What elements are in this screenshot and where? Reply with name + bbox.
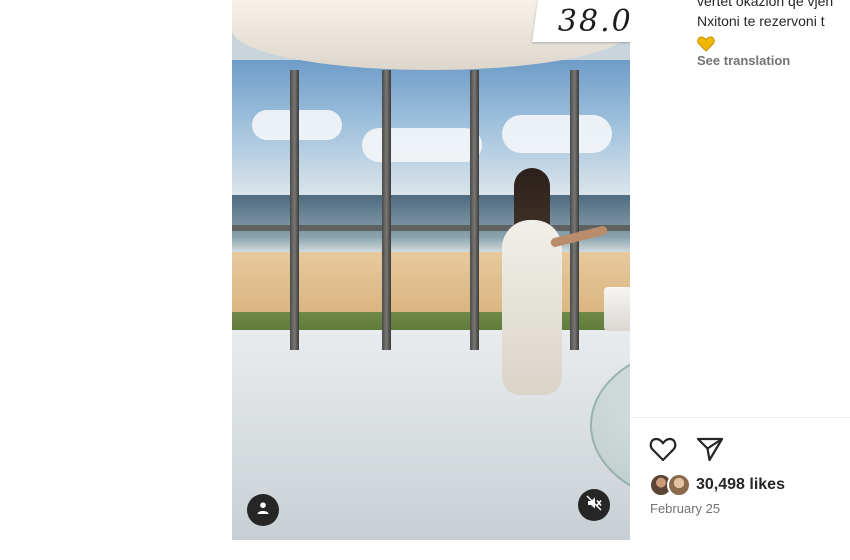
heart-outline-icon[interactable]: [649, 436, 677, 462]
yellow-heart-icon: [697, 36, 715, 52]
window-frame: [470, 70, 479, 350]
cloud: [362, 128, 482, 162]
window-frame: [382, 70, 391, 350]
window-frame: [570, 70, 579, 350]
video-frame: [232, 0, 630, 540]
likes-count[interactable]: 30,498 likes: [696, 476, 785, 494]
section-divider: [631, 417, 850, 418]
liked-by-avatars[interactable]: [649, 473, 693, 497]
price-overlay: 38.0000 € ✓: [532, 0, 630, 42]
window-frame: [290, 70, 299, 350]
avatar: [667, 473, 691, 497]
cloud: [502, 115, 612, 153]
tagged-users-button[interactable]: [247, 494, 279, 526]
price-text: 38.0000 €: [557, 3, 630, 39]
glass-floor: [232, 330, 630, 540]
user-icon: [256, 501, 270, 520]
paper-plane-icon[interactable]: [696, 436, 724, 462]
post-video[interactable]: 38.0000 € ✓: [232, 0, 630, 540]
caption-line: vertet okazion që vjen: [697, 0, 834, 9]
unmute-button[interactable]: [578, 489, 610, 521]
instagram-post-view: 38.0000 € ✓ vertet okazion që vjen Nxito…: [0, 0, 850, 560]
muted-speaker-icon: [586, 495, 602, 516]
see-translation-link[interactable]: See translation: [697, 53, 790, 68]
caption-line: Nxitoni te rezervoni t: [697, 13, 825, 29]
chair: [604, 287, 630, 331]
post-date[interactable]: February 25: [650, 501, 720, 516]
